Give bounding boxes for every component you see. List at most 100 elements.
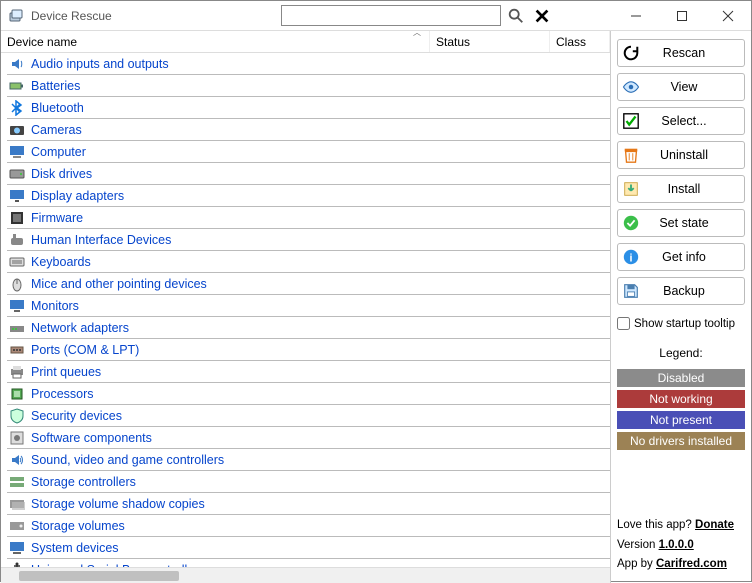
version-value: 1.0.0.0 xyxy=(659,539,694,551)
keyboard-icon xyxy=(9,254,25,270)
select-button[interactable]: Select... xyxy=(617,107,745,135)
backup-button[interactable]: Backup xyxy=(617,277,745,305)
footer: Love this app? Donate Version 1.0.0.0 Ap… xyxy=(617,516,745,575)
sound-icon xyxy=(9,452,25,468)
column-header-name-label: Device name xyxy=(7,35,77,49)
device-name-label: Print queues xyxy=(31,365,101,379)
getinfo-button[interactable]: i Get info xyxy=(617,243,745,271)
device-row[interactable]: Network adapters xyxy=(1,317,610,338)
device-list[interactable]: Audio inputs and outputs Batteries Bluetoo… xyxy=(1,53,610,567)
appby-link[interactable]: Carifred.com xyxy=(656,558,727,570)
device-row[interactable]: Mice and other pointing devices xyxy=(1,273,610,294)
horizontal-scrollbar[interactable] xyxy=(1,567,610,583)
device-row[interactable]: Bluetooth xyxy=(1,97,610,118)
column-header-name[interactable]: Device name ︿ xyxy=(1,31,430,52)
install-icon xyxy=(618,180,644,198)
device-name-label: Universal Serial Bus controllers xyxy=(31,563,205,568)
device-row[interactable]: Batteries xyxy=(1,75,610,96)
volume-icon xyxy=(9,518,25,534)
device-row[interactable]: Storage volumes xyxy=(1,515,610,536)
device-row[interactable]: Keyboards xyxy=(1,251,610,272)
shadow-icon xyxy=(9,496,25,512)
device-row[interactable]: Audio inputs and outputs xyxy=(1,53,610,74)
camera-icon xyxy=(9,122,25,138)
appby-pre: App by xyxy=(617,558,656,570)
device-row[interactable]: Human Interface Devices xyxy=(1,229,610,250)
device-row[interactable]: Monitors xyxy=(1,295,610,316)
device-row[interactable]: Print queues xyxy=(1,361,610,382)
rescan-button[interactable]: Rescan xyxy=(617,39,745,67)
printer-icon xyxy=(9,364,25,380)
install-button[interactable]: Install xyxy=(617,175,745,203)
maximize-button[interactable] xyxy=(659,1,705,31)
svg-text:i: i xyxy=(630,253,633,265)
setstate-label: Set state xyxy=(644,216,744,230)
close-button[interactable] xyxy=(705,1,751,31)
donate-line: Love this app? Donate xyxy=(617,516,745,536)
legend-item: Not present xyxy=(617,411,745,429)
disk-icon xyxy=(9,166,25,182)
device-row[interactable]: Software components xyxy=(1,427,610,448)
device-row[interactable]: Display adapters xyxy=(1,185,610,206)
device-row[interactable]: Storage volume shadow copies xyxy=(1,493,610,514)
backup-label: Backup xyxy=(644,284,744,298)
audio-icon xyxy=(9,56,25,72)
security-icon xyxy=(9,408,25,424)
device-row[interactable]: Cameras xyxy=(1,119,610,140)
device-name-label: Storage controllers xyxy=(31,475,136,489)
clear-search-button[interactable] xyxy=(531,5,553,27)
device-row[interactable]: Universal Serial Bus controllers xyxy=(1,559,610,567)
network-icon xyxy=(9,320,25,336)
device-row[interactable]: Disk drives xyxy=(1,163,610,184)
device-name-label: Bluetooth xyxy=(31,101,84,115)
search-button[interactable] xyxy=(505,5,527,27)
device-row[interactable]: Computer xyxy=(1,141,610,162)
version-line: Version 1.0.0.0 xyxy=(617,536,745,556)
software-icon xyxy=(9,430,25,446)
usb-icon xyxy=(9,562,25,568)
legend-item: Not working xyxy=(617,390,745,408)
device-name-label: Monitors xyxy=(31,299,79,313)
device-name-label: Audio inputs and outputs xyxy=(31,57,169,71)
device-row[interactable]: Firmware xyxy=(1,207,610,228)
device-name-label: Storage volumes xyxy=(31,519,125,533)
storagectrl-icon xyxy=(9,474,25,490)
column-header-class-label: Class xyxy=(556,35,586,49)
column-headers: Device name ︿ Status Class xyxy=(1,31,610,53)
window-title: Device Rescue xyxy=(31,9,112,23)
startup-tooltip-checkbox[interactable]: Show startup tooltip xyxy=(617,317,745,330)
device-row[interactable]: Sound, video and game controllers xyxy=(1,449,610,470)
select-label: Select... xyxy=(644,114,744,128)
device-row[interactable]: Storage controllers xyxy=(1,471,610,492)
cpu-icon xyxy=(9,386,25,402)
setstate-button[interactable]: Set state xyxy=(617,209,745,237)
device-row[interactable]: Security devices xyxy=(1,405,610,426)
device-pane: Device name ︿ Status Class Audio inputs … xyxy=(1,31,611,583)
port-icon xyxy=(9,342,25,358)
getinfo-label: Get info xyxy=(644,250,744,264)
column-header-status-label: Status xyxy=(436,35,470,49)
uninstall-label: Uninstall xyxy=(644,148,744,162)
firmware-icon xyxy=(9,210,25,226)
device-name-label: Network adapters xyxy=(31,321,129,335)
device-name-label: Mice and other pointing devices xyxy=(31,277,207,291)
computer-icon xyxy=(9,144,25,160)
search-input[interactable] xyxy=(281,5,501,26)
system-icon xyxy=(9,540,25,556)
device-name-label: Keyboards xyxy=(31,255,91,269)
horizontal-scrollbar-thumb[interactable] xyxy=(19,571,179,581)
column-header-class[interactable]: Class xyxy=(550,31,610,52)
column-header-status[interactable]: Status xyxy=(430,31,550,52)
device-row[interactable]: Ports (COM & LPT) xyxy=(1,339,610,360)
info-icon: i xyxy=(618,248,644,266)
device-row[interactable]: Processors xyxy=(1,383,610,404)
minimize-button[interactable] xyxy=(613,1,659,31)
version-pre: Version xyxy=(617,539,659,551)
startup-tooltip-input[interactable] xyxy=(617,317,630,330)
view-button[interactable]: View xyxy=(617,73,745,101)
device-row[interactable]: System devices xyxy=(1,537,610,558)
donate-link[interactable]: Donate xyxy=(695,519,734,531)
uninstall-button[interactable]: Uninstall xyxy=(617,141,745,169)
eye-icon xyxy=(618,78,644,96)
monitor-icon xyxy=(9,298,25,314)
